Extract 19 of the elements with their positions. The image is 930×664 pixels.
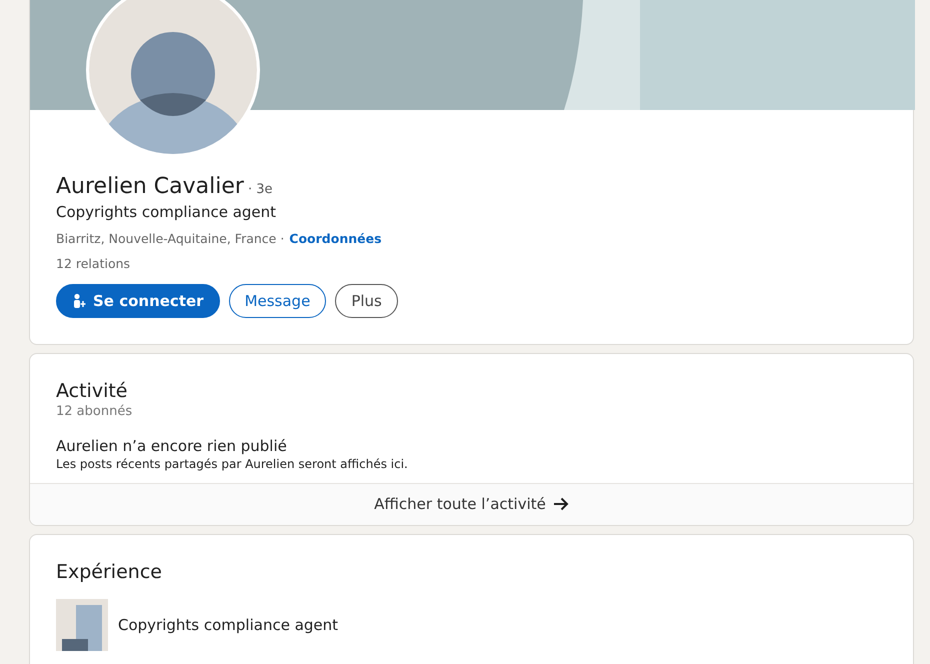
arrow-right-icon [552,497,569,511]
company-logo-icon [56,599,108,651]
empty-state-text: Les posts récents partagés par Aurelien seront affichés ici. [56,457,409,473]
section-title: Activité [56,380,129,402]
connections-count: 12 relations [56,256,132,271]
connection-degree: · 3e [248,182,272,197]
add-person-icon [72,293,88,309]
empty-state-title: Aurelien n’a encore rien publié [56,437,288,455]
followers-count: 12 abonnés [56,404,134,419]
more-button[interactable]: Plus [335,284,398,318]
job-title: Copyrights compliance agent [118,616,338,634]
profile-headline: Copyrights compliance agent [56,203,278,221]
section-title: Expérience [56,561,163,583]
show-all-activity-button[interactable]: Afficher toute l’activité [374,495,569,513]
profile-location: Biarritz, Nouvelle-Aquitaine, France · [56,231,284,246]
profile-name: Aurelien Cavalier [56,174,244,199]
contact-info-link[interactable]: Coordonnées [289,231,382,246]
message-button[interactable]: Message [228,284,326,318]
connect-button[interactable]: Se connecter [56,284,220,318]
